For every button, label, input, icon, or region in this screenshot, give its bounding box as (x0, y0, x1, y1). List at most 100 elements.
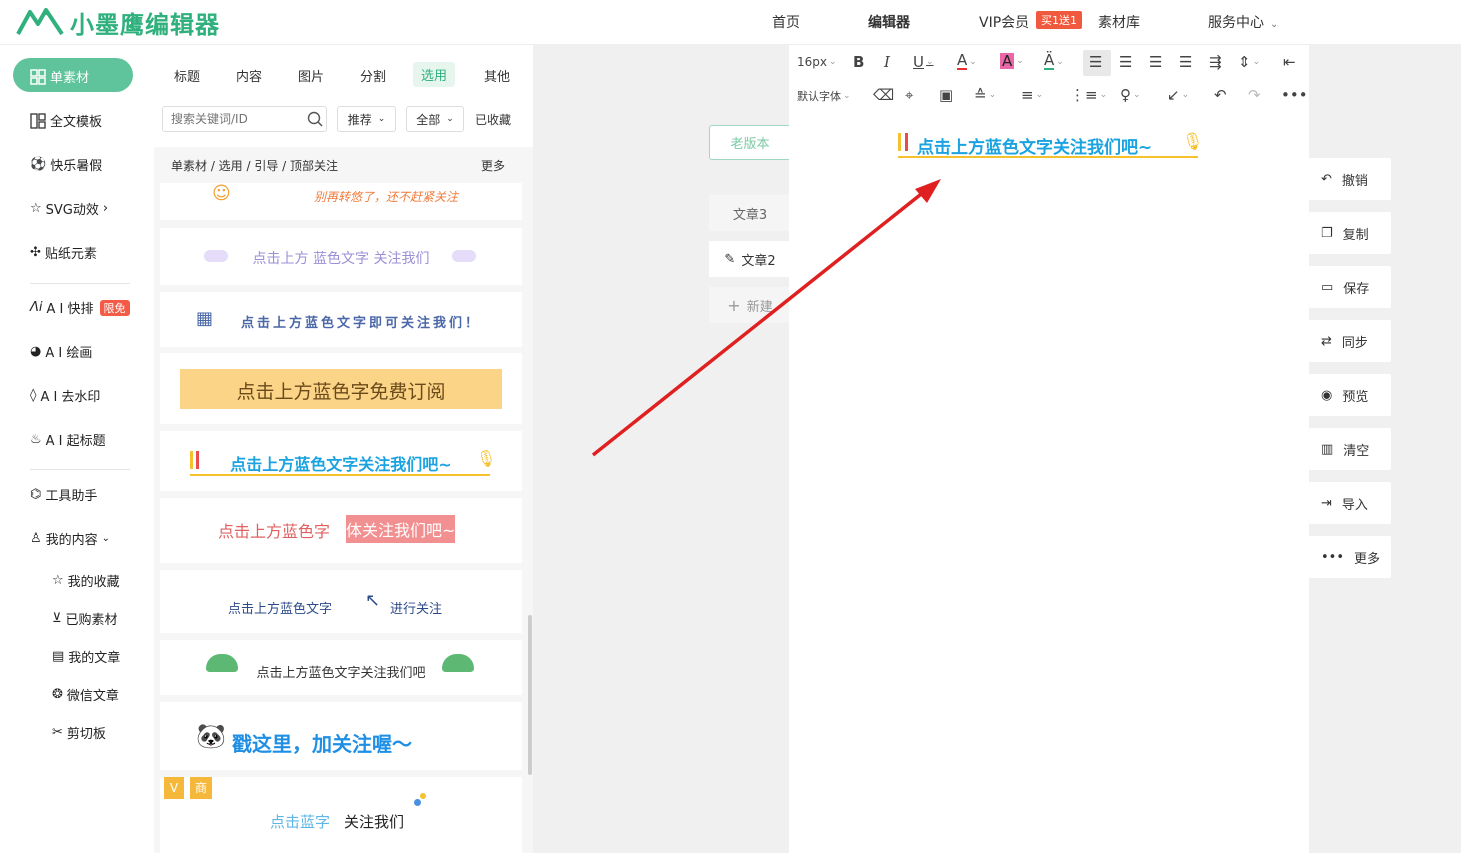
nav-service[interactable]: 服务中心 ⌄ (1208, 12, 1278, 32)
nav-home[interactable]: 首页 (772, 12, 800, 32)
sync-icon: ⇄ (1321, 333, 1332, 349)
material-card[interactable]: 🐼 戳这里，加关注喔～ (160, 702, 522, 770)
vip-badge: V (164, 777, 184, 799)
more-icon[interactable]: ••• (1281, 86, 1308, 104)
material-card[interactable]: 点击上方蓝色文字 ↖ 进行关注 (160, 570, 522, 633)
sidebar-item-tools[interactable]: ⌬ 工具助手 (30, 485, 97, 504)
sidebar-sub-favorites[interactable]: ☆ 我的收藏 (52, 571, 120, 590)
sidebar-item-svg-effects[interactable]: ☆ SVG动效 › (30, 199, 108, 218)
nav-materials[interactable]: 素材库 (1098, 12, 1140, 32)
sidebar-item-ai-title[interactable]: ♨ A I 起标题 (30, 430, 106, 449)
material-card[interactable]: 点击上方蓝色字免费订阅 (160, 353, 522, 424)
chevron-down-icon: ⌄ (446, 114, 454, 124)
category-dropdown[interactable]: 全部 ⌄ (406, 106, 464, 132)
justify-icon[interactable]: ☰ (1179, 53, 1192, 71)
sidebar-sub-label: 剪切板 (66, 727, 106, 742)
chevron-down-icon: ⌄ (377, 114, 386, 124)
bulb-icon[interactable]: ♀ ⌄ (1120, 86, 1141, 104)
font-color-icon[interactable]: A ⌄ (957, 53, 977, 70)
sidebar-item-single-material[interactable]: 单素材 (30, 67, 89, 86)
panel-scrollbar[interactable] (528, 615, 532, 775)
save-button[interactable]: ▭ 保存 (1309, 266, 1391, 308)
sidebar-item-ai-draw[interactable]: ◕ A I 绘画 (30, 342, 92, 361)
sidebar-sub-clipboard[interactable]: ✂ 剪切板 (52, 723, 106, 742)
palette-icon: ◕ (30, 344, 42, 359)
sidebar-item-stickers[interactable]: ✣ 贴纸元素 (30, 243, 97, 262)
preview-button[interactable]: ◉ 预览 (1309, 374, 1391, 416)
sync-button[interactable]: ⇄ 同步 (1309, 320, 1391, 362)
search-icon[interactable] (307, 111, 323, 127)
underline-icon[interactable]: U ⌄ (913, 53, 934, 71)
sidebar-sub-articles[interactable]: ▤ 我的文章 (52, 647, 120, 666)
material-card[interactable]: ☺ 别再转悠了，还不赶紧关注 (160, 183, 522, 220)
editor-content-text[interactable]: 点击上方蓝色文字关注我们吧~ (917, 133, 1152, 158)
undo-icon[interactable]: ↶ (1214, 86, 1227, 104)
align-right-icon[interactable]: ☰ (1149, 53, 1162, 71)
material-card[interactable]: V 商 点击蓝字 关注我们 (160, 777, 522, 853)
eraser-icon[interactable]: ⌫ (873, 86, 894, 104)
tab-divider[interactable]: 分割 (360, 66, 386, 85)
divider-icon[interactable]: ≡ ⌄ (1021, 86, 1043, 104)
paragraph-spacing-icon[interactable]: ≙ ⌄ (974, 86, 996, 104)
logo-icon[interactable] (16, 6, 64, 36)
more-link[interactable]: 更多 (481, 157, 505, 174)
material-card[interactable]: ▦ 点击上方蓝色文字即可关注我们！ (160, 292, 522, 347)
material-tabs (154, 45, 533, 101)
tab-other[interactable]: 其他 (484, 66, 510, 85)
redo-icon[interactable]: ↷ (1248, 86, 1261, 104)
old-version-button[interactable]: 老版本 (709, 125, 791, 160)
sync-label: 同步 (1341, 335, 1368, 351)
material-card[interactable]: 点击上方 蓝色文字 关注我们 (160, 228, 522, 285)
sidebar-item-ai-watermark[interactable]: ◊ A I 去水印 (30, 386, 100, 405)
font-family-dropdown[interactable]: 默认字体 ⌄ (797, 88, 851, 104)
material-card[interactable]: 点击上方蓝色文字关注我们吧~ 🎙 (160, 431, 522, 491)
tab-content[interactable]: 内容 (236, 66, 262, 85)
image-icon[interactable]: ▣ (939, 86, 953, 104)
line-height-icon[interactable]: ⇕ ⌄ (1238, 53, 1260, 71)
nav-service-label: 服务中心 (1208, 15, 1264, 31)
undo-button[interactable]: ↶ 撤销 (1309, 158, 1391, 200)
flame-icon: ♨ (30, 432, 42, 447)
sidebar-item-ai-layout[interactable]: Λi A I 快排 限免 (30, 298, 130, 317)
material-card[interactable]: 点击上方蓝色字 体关注我们吧~ (160, 498, 522, 563)
red-bar-icon (905, 133, 908, 151)
align-center-icon[interactable]: ☰ (1119, 53, 1132, 71)
logo-text[interactable]: 小墨鹰编辑器 (70, 5, 220, 40)
import-button[interactable]: ⇥ 导入 (1309, 482, 1391, 524)
chevron-right-icon: › (102, 201, 109, 216)
indent-icon[interactable]: ⇶ (1209, 53, 1222, 71)
sidebar-item-summer[interactable]: ⚽ 快乐暑假 (30, 155, 102, 174)
copy-button[interactable]: ❐ 复制 (1309, 212, 1391, 254)
search-input[interactable] (169, 107, 303, 131)
font-size-dropdown[interactable]: 16px ⌄ (797, 55, 837, 69)
undo-label: 撤销 (1341, 173, 1368, 189)
tab-image[interactable]: 图片 (298, 66, 324, 85)
chevron-down-icon: ⌄ (829, 57, 837, 67)
text-effect-icon[interactable]: Ä ⌄ (1044, 53, 1064, 70)
tab-title[interactable]: 标题 (174, 66, 200, 85)
material-card[interactable]: 点击上方蓝色文字关注我们吧 (160, 640, 522, 695)
template-icon (30, 112, 46, 129)
preview-label: 预览 (1342, 389, 1369, 405)
letter-spacing-icon[interactable]: ⋮≡ ⌄ (1070, 86, 1107, 104)
align-left-icon[interactable]: ☰ (1089, 53, 1102, 71)
favorites-filter[interactable]: 已收藏 (475, 111, 511, 128)
ruler-icon: ⌬ (30, 487, 42, 502)
tab-selected[interactable]: 选用 (413, 62, 456, 87)
exit-icon[interactable]: ⇤ (1283, 53, 1296, 71)
nav-vip[interactable]: VIP会员 (979, 12, 1029, 32)
more-button[interactable]: ••• 更多 (1309, 536, 1391, 578)
background-color-icon[interactable]: A ⌄ (1000, 53, 1024, 69)
clear-button[interactable]: ▥ 清空 (1309, 428, 1391, 470)
format-brush-icon[interactable]: ⌖ (905, 86, 913, 104)
sort-dropdown[interactable]: 推荐 ⌄ (337, 106, 396, 132)
arrow-icon[interactable]: ↙ ⌄ (1167, 86, 1189, 104)
bold-icon[interactable]: B (853, 53, 864, 71)
sidebar-sub-purchased[interactable]: ⊻ 已购素材 (52, 609, 118, 628)
sidebar-sub-wechat[interactable]: ❂ 微信文章 (52, 685, 119, 704)
document-icon: ▤ (52, 649, 65, 664)
italic-icon[interactable]: I (884, 53, 890, 71)
nav-editor[interactable]: 编辑器 (868, 12, 910, 32)
sidebar-item-full-template[interactable]: 全文模板 (30, 111, 102, 130)
sidebar-item-my-content[interactable]: ♙ 我的内容 ⌄ (30, 529, 110, 548)
